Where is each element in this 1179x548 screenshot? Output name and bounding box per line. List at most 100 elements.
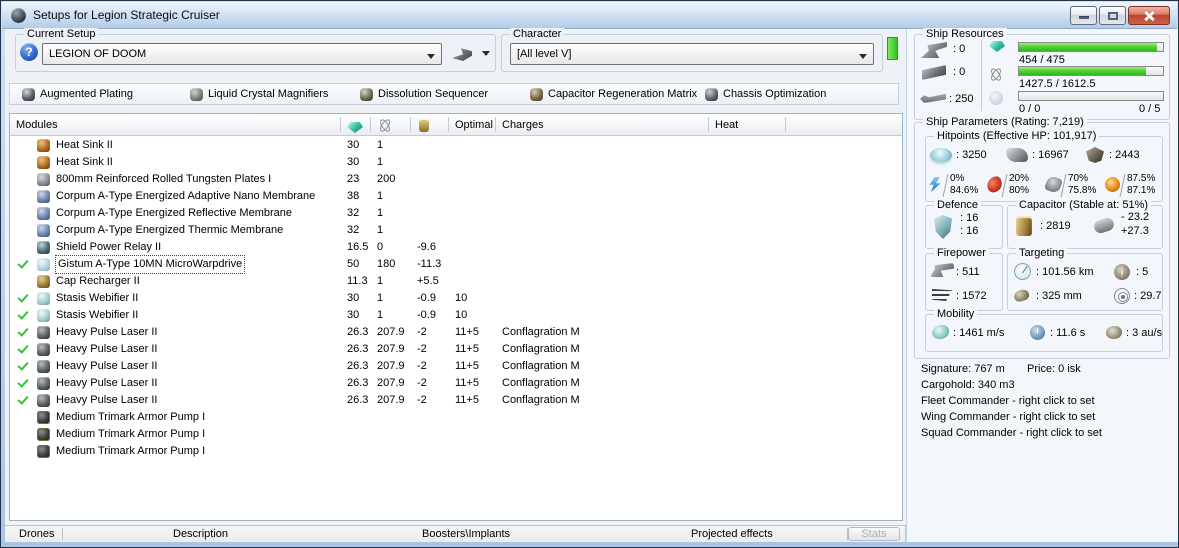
- module-cpu: 30: [347, 292, 360, 304]
- cap-recharger-icon: [37, 275, 50, 288]
- fleet-commander-slot[interactable]: Fleet Commander - right click to set: [921, 395, 1095, 407]
- subsystem-tab-2[interactable]: Liquid Crystal Magnifiers: [190, 84, 328, 104]
- subsystem-tab-5[interactable]: Chassis Optimization: [705, 84, 826, 104]
- subsystem-tab-3[interactable]: Dissolution Sequencer: [360, 84, 488, 104]
- module-row[interactable]: Medium Trimark Armor Pump I: [10, 409, 902, 426]
- module-row[interactable]: Heavy Pulse Laser II 26.3 207.9 -2 11+5 Confl…: [10, 324, 902, 341]
- cpu-icon: [989, 41, 1005, 52]
- module-powergrid: 207.9: [377, 326, 405, 338]
- module-cpu: 30: [347, 309, 360, 321]
- module-optimal: 11+5: [455, 360, 479, 372]
- defence-group: Defence : 16 : 16: [925, 199, 1003, 249]
- module-row[interactable]: Heavy Pulse Laser II 26.3 207.9 -2 11+5 Confl…: [10, 375, 902, 392]
- character-combobox[interactable]: [All level V]: [510, 43, 874, 65]
- tab-drones[interactable]: Drones: [19, 527, 54, 542]
- chevron-down-icon[interactable]: [855, 46, 871, 62]
- calibration-icon: [920, 93, 946, 103]
- module-name: Heavy Pulse Laser II: [56, 360, 158, 372]
- module-powergrid: 200: [377, 173, 396, 185]
- ship-parameters-label: Ship Parameters (Rating: 7,219): [923, 116, 1087, 128]
- module-name: Stasis Webifier II: [56, 292, 139, 304]
- squad-commander-slot[interactable]: Squad Commander - right click to set: [921, 427, 1102, 439]
- module-name: Heavy Pulse Laser II: [56, 394, 158, 406]
- module-row[interactable]: Heavy Pulse Laser II 26.3 207.9 -2 11+5 Confl…: [10, 358, 902, 375]
- ship-icon: [452, 48, 472, 61]
- ship-browser-button[interactable]: [448, 43, 492, 65]
- mobility-group: Mobility : 1461 m/s : 11.6 s : 3 au/s: [925, 308, 1163, 352]
- module-row[interactable]: Heavy Pulse Laser II 26.3 207.9 -2 11+5 Confl…: [10, 392, 902, 409]
- module-cpu: 32: [347, 207, 360, 219]
- help-icon[interactable]: [20, 43, 38, 61]
- subsystem-core-icon: [360, 88, 373, 101]
- character-label: Character: [510, 28, 565, 40]
- tab-projected-effects[interactable]: Projected effects: [691, 527, 773, 542]
- chevron-down-icon[interactable]: [482, 51, 490, 60]
- module-row[interactable]: Gistum A-Type 10MN MicroWarpdrive 50 180 -1…: [10, 255, 902, 274]
- warp-speed-icon: [1106, 326, 1122, 339]
- check-placeholder: [16, 426, 30, 443]
- module-row[interactable]: Heavy Pulse Laser II 26.3 207.9 -2 11+5 Confl…: [10, 341, 902, 358]
- module-optimal: 11+5: [455, 394, 479, 406]
- rig-icon: [37, 445, 50, 458]
- module-row[interactable]: Cap Recharger II 11.3 1 +5.5: [10, 273, 902, 290]
- module-name: Shield Power Relay II: [56, 241, 162, 253]
- module-row[interactable]: Shield Power Relay II 16.5 0 -9.6: [10, 239, 902, 256]
- window-title: Setups for Legion Strategic Cruiser: [33, 8, 220, 22]
- setup-combobox[interactable]: LEGION OF DOOM: [42, 43, 442, 65]
- module-name: Stasis Webifier II: [56, 309, 139, 321]
- optimal-column-header[interactable]: Optimal: [455, 114, 493, 136]
- active-check-icon: [16, 307, 30, 324]
- effective-resist-percent: 80%: [1009, 185, 1030, 196]
- active-check-icon: [16, 256, 30, 273]
- capacitor-amount-value: : 2819: [1040, 220, 1071, 232]
- module-optimal: 11+5: [455, 377, 479, 389]
- module-row[interactable]: Corpum A-Type Energized Thermic Membrane…: [10, 222, 902, 239]
- active-check-icon: [16, 358, 30, 375]
- module-row[interactable]: Stasis Webifier II 30 1 -0.9 10: [10, 307, 902, 324]
- module-name: Cap Recharger II: [56, 275, 140, 287]
- character-skill-indicator: [887, 37, 898, 60]
- module-cpu: 32: [347, 224, 360, 236]
- wing-commander-slot[interactable]: Wing Commander - right click to set: [921, 411, 1095, 423]
- chevron-down-icon[interactable]: [423, 46, 439, 62]
- rig-icon: [37, 428, 50, 441]
- dps-value: : 511: [956, 266, 980, 278]
- volley-icon: [932, 289, 952, 301]
- resist-percent: 87.5%: [1127, 173, 1156, 184]
- current-setup-group: Current Setup LEGION OF DOOM: [15, 28, 496, 72]
- stats-button[interactable]: Stats: [848, 527, 900, 541]
- titlebar[interactable]: Setups for Legion Strategic Cruiser: [2, 2, 1177, 29]
- subsystem-propulsion-icon: [705, 88, 718, 101]
- module-powergrid: 1: [377, 139, 384, 151]
- charges-column-header[interactable]: Charges: [502, 114, 544, 136]
- check-placeholder: [16, 188, 30, 205]
- modules-column-header[interactable]: Modules: [16, 114, 58, 136]
- module-row[interactable]: 800mm Reinforced Rolled Tungsten Plates …: [10, 171, 902, 188]
- tab-description[interactable]: Description: [173, 527, 228, 542]
- active-check-icon: [16, 290, 30, 307]
- cpu-icon: [347, 122, 363, 133]
- heat-column-header[interactable]: Heat: [715, 114, 738, 136]
- max-targets-icon: [1114, 264, 1130, 280]
- tab-boosters-implants[interactable]: Boosters\Implants: [422, 527, 510, 542]
- maximize-button[interactable]: [1099, 6, 1126, 25]
- module-cpu: 26.3: [347, 360, 369, 372]
- module-row[interactable]: Corpum A-Type Energized Reflective Membr…: [10, 205, 902, 222]
- module-row[interactable]: Heat Sink II 30 1: [10, 154, 902, 171]
- subsystem-tab-1[interactable]: Augmented Plating: [22, 84, 133, 104]
- close-button[interactable]: [1128, 6, 1170, 25]
- subsystem-tab-label: Liquid Crystal Magnifiers: [208, 88, 329, 100]
- module-row[interactable]: Heat Sink II 30 1: [10, 137, 902, 154]
- minimize-button[interactable]: [1070, 6, 1097, 25]
- module-name: Corpum A-Type Energized Thermic Membrane: [56, 224, 284, 236]
- module-row[interactable]: Medium Trimark Armor Pump I: [10, 426, 902, 443]
- resist-percent: 70%: [1068, 173, 1089, 184]
- module-optimal: 10: [455, 292, 468, 304]
- module-row[interactable]: Medium Trimark Armor Pump I: [10, 443, 902, 460]
- subsystem-tab-label: Augmented Plating: [40, 88, 133, 100]
- module-row[interactable]: Corpum A-Type Energized Adaptive Nano Me…: [10, 188, 902, 205]
- module-powergrid: 0: [377, 241, 384, 253]
- cpu-usage-value: 454 / 475: [1019, 54, 1065, 66]
- module-row[interactable]: Stasis Webifier II 30 1 -0.9 10: [10, 290, 902, 307]
- subsystem-tab-4[interactable]: Capacitor Regeneration Matrix: [530, 84, 697, 104]
